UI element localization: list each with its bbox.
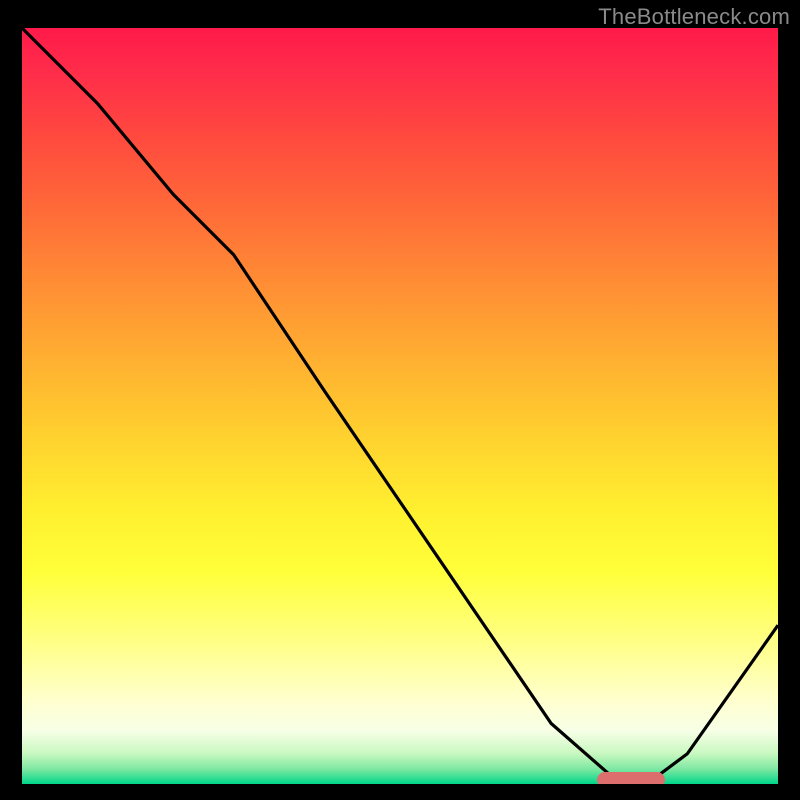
watermark-text: TheBottleneck.com: [598, 4, 790, 30]
optimum-marker: [597, 772, 665, 784]
bottleneck-curve: [22, 28, 778, 784]
plot-area: [22, 28, 778, 784]
